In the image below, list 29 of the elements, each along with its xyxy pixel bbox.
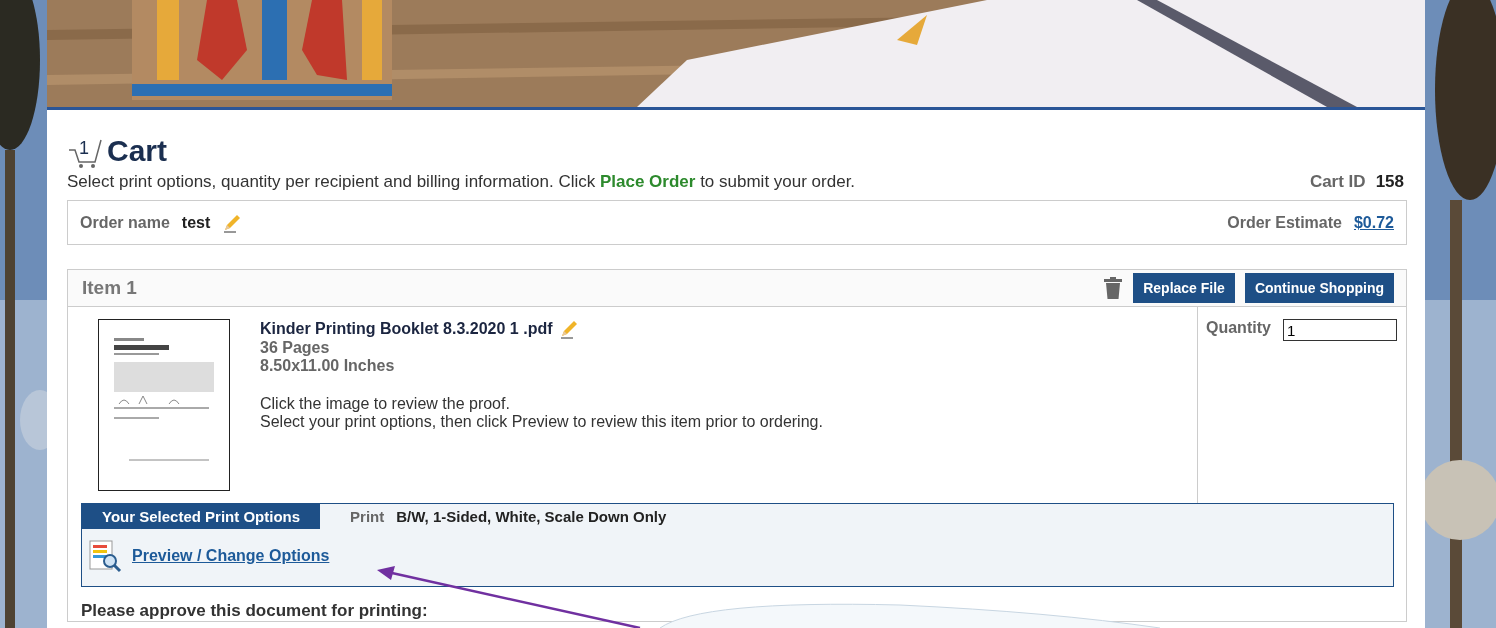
item-title: Item 1 bbox=[82, 277, 137, 299]
print-value: B/W, 1-Sided, White, Scale Down Only bbox=[396, 508, 667, 525]
quantity-label: Quantity bbox=[1206, 319, 1271, 337]
order-name-value: test bbox=[181, 213, 211, 232]
preview-icon[interactable] bbox=[88, 539, 122, 573]
pencil-icon[interactable] bbox=[222, 212, 243, 233]
approval-prompt: Please approve this document for printing: bbox=[81, 601, 428, 621]
order-estimate-link[interactable]: $0.72 bbox=[1353, 213, 1394, 232]
file-name: Kinder Printing Booklet 8.3.2020 1 .pdf bbox=[260, 320, 553, 338]
instructions-text: Select print options, quantity per recipient and billing information. Click Place Order to submit your order. bbox=[67, 172, 856, 192]
action-button[interactable]: Continue Shopping bbox=[1244, 273, 1394, 303]
cart-icon bbox=[67, 138, 103, 168]
page-title: Cart bbox=[107, 134, 167, 168]
order-estimate-label: Order Estimate bbox=[1227, 213, 1342, 232]
preview-change-options-link[interactable]: Preview / Change Options bbox=[132, 547, 330, 565]
instruction-note: Click the image to review the proof. bbox=[260, 395, 511, 413]
action-button[interactable]: Replace File bbox=[1133, 273, 1235, 303]
document-thumbnail[interactable] bbox=[98, 319, 230, 491]
quantity-field[interactable]: 1 bbox=[1282, 319, 1397, 341]
order-name-label: Order name bbox=[80, 213, 170, 232]
instruction-note: Select your print options, then click Preview to review this item prior to ordering. bbox=[260, 413, 823, 431]
cart-id-value: 158 bbox=[1375, 172, 1404, 192]
pencil-icon[interactable] bbox=[558, 319, 579, 339]
print-label: Print bbox=[350, 508, 385, 525]
cart-id-label: Cart ID bbox=[1309, 172, 1366, 192]
file-detail: 36 Pages bbox=[260, 339, 331, 357]
trash-icon[interactable] bbox=[1103, 277, 1124, 299]
cart-count: 1 bbox=[79, 138, 89, 159]
file-detail: 8.50x11.00 Inches bbox=[260, 357, 396, 375]
